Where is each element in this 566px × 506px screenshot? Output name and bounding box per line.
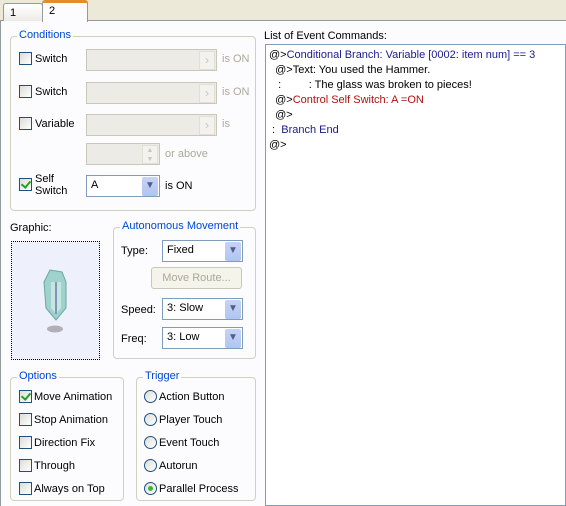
variable-suffix: is	[222, 118, 230, 130]
trigger-label[interactable]: Autorun	[159, 460, 198, 472]
tab-2[interactable]: 2	[42, 0, 88, 22]
tab-1[interactable]: 1	[3, 3, 43, 21]
variable-field[interactable]: ›	[86, 114, 217, 136]
command-line[interactable]: : Branch End	[269, 124, 339, 136]
variable-number-spinner[interactable]: ▲ ▼	[86, 143, 160, 165]
graphic-preview[interactable]	[11, 241, 100, 360]
chevron-down-icon[interactable]: ▼	[225, 300, 241, 319]
switch1-label: Switch	[35, 53, 68, 65]
command-line[interactable]: @>	[269, 139, 287, 151]
spinner-arrows-icon[interactable]: ▲ ▼	[142, 145, 158, 164]
trigger-radio[interactable]	[144, 390, 157, 403]
option-checkbox[interactable]	[19, 459, 32, 472]
option-label[interactable]: Always on Top	[34, 483, 105, 495]
conditions-title: Conditions	[17, 29, 73, 41]
command-line[interactable]: : : The glass was broken to pieces!	[269, 79, 472, 91]
command-text: Control Self Switch: A =ON	[292, 94, 424, 106]
command-line[interactable]: @>Conditional Branch: Variable [0002: it…	[269, 49, 535, 61]
command-line[interactable]: @>Text: You used the Hammer.	[269, 64, 430, 76]
graphic-label: Graphic:	[10, 222, 52, 234]
trigger-label[interactable]: Action Button	[159, 391, 224, 403]
trigger-title: Trigger	[143, 370, 182, 382]
command-line[interactable]: @>Control Self Switch: A =ON	[269, 94, 424, 106]
trigger-radio[interactable]	[144, 413, 157, 426]
chevron-down-icon[interactable]: ▼	[225, 242, 241, 261]
option-checkbox[interactable]	[19, 413, 32, 426]
self-switch-checkbox[interactable]	[19, 178, 32, 191]
command-text: Text: You used the Hammer.	[292, 64, 431, 76]
type-select[interactable]: Fixed ▼	[162, 240, 243, 262]
type-label: Type:	[121, 245, 148, 257]
self-switch-label-1: Self	[35, 173, 54, 185]
command-prefix: :	[269, 124, 282, 136]
type-value: Fixed	[167, 244, 194, 256]
freq-value: 3: Low	[167, 331, 200, 343]
trigger-label[interactable]: Event Touch	[159, 437, 219, 449]
trigger-label[interactable]: Player Touch	[159, 414, 222, 426]
self-switch-value: A	[91, 179, 99, 191]
or-above-label: or above	[165, 148, 208, 160]
chevron-right-icon[interactable]: ›	[199, 51, 215, 70]
option-label[interactable]: Through	[34, 460, 75, 472]
movement-title: Autonomous Movement	[120, 220, 241, 232]
freq-label: Freq:	[121, 333, 147, 345]
move-route-button[interactable]: Move Route...	[151, 267, 242, 289]
command-text: : The glass was broken to pieces!	[308, 79, 472, 91]
option-label[interactable]: Direction Fix	[34, 437, 95, 449]
variable-label: Variable	[35, 118, 75, 130]
speed-value: 3: Slow	[167, 302, 204, 314]
option-checkbox[interactable]	[19, 436, 32, 449]
tab-label: 1	[10, 7, 17, 19]
self-switch-suffix: is ON	[165, 180, 193, 192]
command-prefix: @>	[269, 139, 287, 151]
command-text: Branch End	[281, 124, 339, 136]
option-checkbox[interactable]	[19, 482, 32, 495]
move-route-label: Move Route...	[162, 272, 231, 284]
trigger-radio[interactable]	[144, 482, 157, 495]
switch2-checkbox[interactable]	[19, 85, 32, 98]
chevron-down-icon[interactable]: ▼	[142, 177, 158, 196]
trigger-radio[interactable]	[144, 436, 157, 449]
self-switch-label-2: Switch	[35, 185, 68, 197]
freq-select[interactable]: 3: Low ▼	[162, 327, 243, 349]
switch2-suffix: is ON	[222, 86, 250, 98]
command-prefix: :	[269, 79, 309, 91]
option-label[interactable]: Move Animation	[34, 391, 112, 403]
switch2-field[interactable]: ›	[86, 82, 217, 104]
chevron-right-icon[interactable]: ›	[199, 116, 215, 135]
tab-label: 2	[49, 5, 56, 17]
speed-select[interactable]: 3: Slow ▼	[162, 298, 243, 320]
command-prefix: @>	[269, 64, 293, 76]
switch1-field[interactable]: ›	[86, 49, 217, 71]
speed-label: Speed:	[121, 304, 156, 316]
switch2-label: Switch	[35, 86, 68, 98]
switch1-checkbox[interactable]	[19, 52, 32, 65]
option-label[interactable]: Stop Animation	[34, 414, 108, 426]
option-checkbox[interactable]	[19, 390, 32, 403]
command-prefix: @>	[269, 109, 293, 121]
chevron-down-icon[interactable]: ▼	[225, 329, 241, 348]
command-line[interactable]: @>	[269, 109, 293, 121]
command-prefix: @>	[269, 94, 293, 106]
command-prefix: @>	[269, 49, 287, 61]
switch1-suffix: is ON	[222, 53, 250, 65]
chevron-right-icon[interactable]: ›	[199, 84, 215, 103]
crystal-icon	[43, 269, 67, 333]
self-switch-label: Self Switch	[35, 173, 67, 197]
event-commands-list[interactable]: @>Conditional Branch: Variable [0002: it…	[265, 44, 566, 506]
variable-checkbox[interactable]	[19, 117, 32, 130]
self-switch-select[interactable]: A ▼	[86, 175, 160, 197]
commands-label: List of Event Commands:	[264, 30, 387, 42]
command-text: Conditional Branch: Variable [0002: item…	[286, 49, 536, 61]
trigger-label[interactable]: Parallel Process	[159, 483, 238, 495]
trigger-radio[interactable]	[144, 459, 157, 472]
options-title: Options	[17, 370, 59, 382]
